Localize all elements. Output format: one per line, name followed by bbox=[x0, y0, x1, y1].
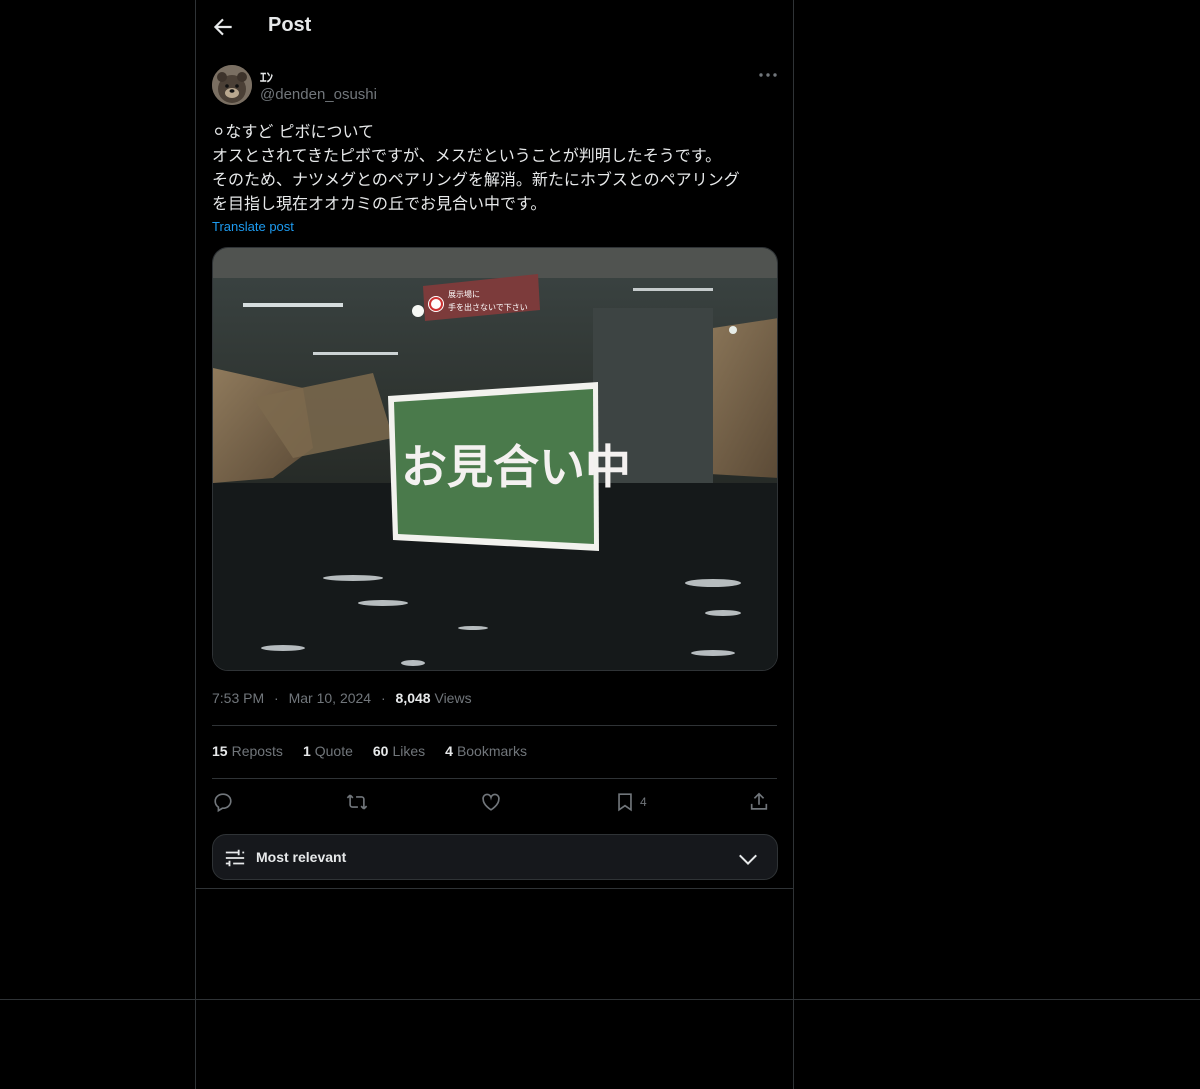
sliders-icon bbox=[225, 849, 245, 867]
divider bbox=[196, 888, 793, 889]
divider bbox=[212, 725, 777, 726]
reply-sort-dropdown[interactable]: Most relevant bbox=[212, 834, 778, 880]
views-count: 8,048 bbox=[395, 690, 431, 706]
stat-quotes[interactable]: 1 Quote bbox=[303, 743, 353, 759]
post-image[interactable]: 展示場に 手を出さないで下さい お見合い中 bbox=[212, 247, 778, 671]
translate-post-link[interactable]: Translate post bbox=[212, 219, 294, 234]
repost-icon bbox=[346, 794, 368, 810]
like-button[interactable] bbox=[480, 790, 502, 814]
bottom-divider bbox=[0, 999, 1200, 1000]
post-stats: 15 Reposts 1 Quote 60 Likes 4 Bookmarks bbox=[212, 743, 527, 759]
arrow-left-icon[interactable] bbox=[210, 14, 236, 40]
author-display-name[interactable]: ｴﾝ bbox=[260, 67, 273, 86]
reply-icon bbox=[214, 793, 232, 813]
avatar[interactable] bbox=[212, 65, 252, 105]
meta-separator: · bbox=[274, 690, 279, 706]
stat-likes[interactable]: 60 Likes bbox=[373, 743, 425, 759]
sign-board: お見合い中 bbox=[388, 382, 631, 551]
post-text: ⚪︎なすど ピボについて オスとされてきたピボですが、メスだということが判明した… bbox=[212, 122, 740, 213]
divider bbox=[212, 778, 777, 779]
stat-reposts[interactable]: 15 Reposts bbox=[212, 743, 283, 759]
page-header: Post bbox=[196, 0, 793, 54]
bookmark-icon bbox=[618, 793, 632, 812]
chevron-down-icon bbox=[739, 854, 757, 866]
more-options-icon[interactable] bbox=[756, 66, 780, 84]
bookmark-count: 4 bbox=[640, 795, 647, 809]
meta-separator: · bbox=[380, 690, 386, 706]
main-column: Post ｴﾝ @denden_osushi ⚪︎なすど ピボについて オスとさ… bbox=[195, 0, 794, 1089]
bear-avatar bbox=[212, 65, 252, 105]
share-icon bbox=[750, 792, 768, 810]
post-meta: 7:53 PM · Mar 10, 2024 · 8,048 Views bbox=[212, 690, 472, 706]
svg-text:展示場に: 展示場に bbox=[448, 289, 480, 299]
page-title: Post bbox=[268, 14, 312, 36]
share-button[interactable] bbox=[748, 790, 770, 814]
reply-button[interactable] bbox=[212, 790, 234, 814]
like-icon bbox=[482, 793, 500, 811]
svg-text:お見合い中: お見合い中 bbox=[401, 440, 631, 494]
post-date[interactable]: Mar 10, 2024 bbox=[289, 690, 372, 706]
post-time[interactable]: 7:53 PM bbox=[212, 690, 264, 706]
views-label: Views bbox=[434, 690, 472, 706]
stat-bookmarks[interactable]: 4 Bookmarks bbox=[445, 743, 527, 759]
svg-text:手を出さないで下さい: 手を出さないで下さい bbox=[448, 302, 528, 312]
post-actions: 4 bbox=[212, 790, 778, 816]
repost-button[interactable] bbox=[346, 790, 368, 814]
author-handle[interactable]: @denden_osushi bbox=[260, 86, 377, 103]
bookmark-button[interactable]: 4 bbox=[614, 790, 647, 814]
sort-label: Most relevant bbox=[256, 849, 347, 865]
